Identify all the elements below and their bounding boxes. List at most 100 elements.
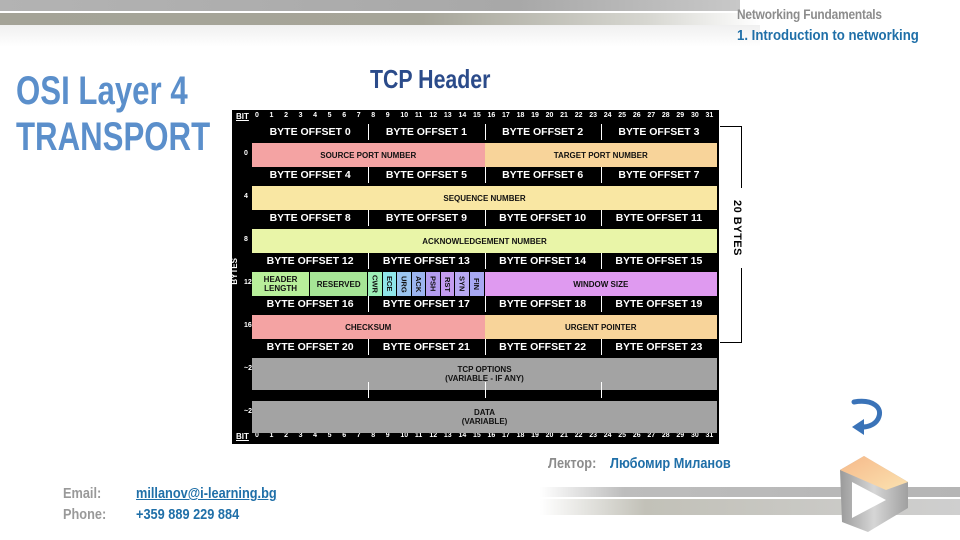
tcp-field-right: TARGET PORT NUMBER bbox=[484, 143, 717, 167]
phone-value: +359 889 229 884 bbox=[136, 506, 240, 523]
byte-separator bbox=[368, 253, 370, 269]
field-label: CHECKSUM bbox=[345, 322, 392, 332]
size-label: 20 BYTES bbox=[731, 200, 743, 256]
bottom-bit-number: 23 bbox=[589, 432, 598, 439]
row-offset-label: 4 bbox=[244, 193, 248, 200]
bottom-bit-number: 28 bbox=[661, 432, 670, 439]
flag-label: SYN bbox=[457, 276, 467, 292]
byte-separator bbox=[484, 382, 486, 398]
bottom-bit-number: 5 bbox=[327, 432, 332, 439]
byte-separator bbox=[368, 124, 370, 140]
byte-separator bbox=[600, 253, 602, 269]
lecturer-name: Любомир Миланов bbox=[610, 455, 731, 472]
byte-separator bbox=[368, 382, 370, 398]
byte-offset-label: BYTE OFFSET 18 bbox=[499, 298, 587, 310]
top-bit-number: 5 bbox=[327, 112, 332, 119]
top-bit-number: 17 bbox=[502, 112, 510, 119]
byte-offset-label: BYTE OFFSET 5 bbox=[385, 169, 467, 181]
top-bit-number: 27 bbox=[647, 112, 656, 119]
email-label: Email: bbox=[63, 485, 102, 502]
diagram-title: TCP Header bbox=[370, 64, 491, 94]
bottom-bit-number: 21 bbox=[560, 432, 568, 439]
top-bit-number: 30 bbox=[690, 112, 699, 119]
top-bit-number: 3 bbox=[298, 112, 303, 119]
field-label: URGENT POINTER bbox=[564, 322, 637, 332]
flag-label: CWR bbox=[370, 275, 380, 293]
byte-offset-label: BYTE OFFSET 20 bbox=[266, 341, 354, 353]
top-bit-number: 12 bbox=[429, 112, 438, 119]
flag-label: PSH bbox=[428, 276, 438, 292]
top-bit-number: 9 bbox=[385, 112, 390, 119]
byte-separator bbox=[600, 124, 602, 140]
slide-title: OSI Layer 4 TRANSPORT bbox=[16, 68, 210, 160]
top-bit-label: BIT bbox=[236, 112, 249, 121]
tcp-field-left: SOURCE PORT NUMBER bbox=[252, 143, 485, 167]
top-bit-number: 18 bbox=[516, 112, 525, 119]
field-label: SOURCE PORT NUMBER bbox=[320, 150, 417, 160]
flag-label: ACK bbox=[414, 275, 424, 293]
top-bit-number: 13 bbox=[443, 112, 452, 119]
bottom-bit-number: 10 bbox=[400, 432, 409, 439]
top-bit-number: 29 bbox=[676, 112, 685, 119]
top-bit-number: 4 bbox=[313, 112, 318, 119]
byte-offset-label bbox=[485, 380, 601, 400]
bottom-bit-number: 31 bbox=[705, 432, 714, 439]
byte-separator bbox=[368, 167, 370, 183]
window-size-field: WINDOW SIZE bbox=[484, 272, 717, 296]
byte-separator bbox=[600, 296, 602, 312]
loop-arrow-icon[interactable] bbox=[850, 397, 886, 437]
top-bit-number: 11 bbox=[414, 112, 423, 119]
decorative-top-bar bbox=[0, 0, 740, 11]
bottom-bit-number: 12 bbox=[429, 432, 438, 439]
bottom-bit-number: 16 bbox=[487, 432, 496, 439]
flag-ece: ECE bbox=[382, 272, 397, 296]
bottom-bit-number: 13 bbox=[443, 432, 452, 439]
field-label: WINDOW SIZE bbox=[573, 279, 629, 289]
flag-syn: SYN bbox=[455, 272, 469, 296]
byte-offset-label: BYTE OFFSET 23 bbox=[615, 341, 703, 353]
bottom-bit-number: 9 bbox=[385, 432, 390, 439]
field-label: DATA bbox=[473, 408, 496, 417]
bottom-bit-number: 14 bbox=[458, 432, 467, 439]
byte-offset-label: BYTE OFFSET 16 bbox=[266, 298, 354, 310]
byte-offset-label: BYTE OFFSET 7 bbox=[618, 169, 700, 181]
flag-label: FIN bbox=[472, 277, 482, 291]
byte-separator bbox=[484, 339, 486, 355]
row-offset-label: 12 bbox=[244, 279, 252, 286]
top-bit-number: 22 bbox=[574, 112, 583, 119]
field-label: TCP OPTIONS bbox=[457, 365, 512, 374]
reserved-field: RESERVED bbox=[310, 272, 368, 296]
byte-offset-label: BYTE OFFSET 22 bbox=[499, 341, 587, 353]
byte-separator bbox=[600, 167, 602, 183]
byte-separator bbox=[484, 210, 486, 226]
byte-offset-label bbox=[252, 380, 368, 400]
top-bit-number: 15 bbox=[472, 112, 481, 119]
field-label: ACKNOWLEDGEMENT NUMBER bbox=[422, 236, 547, 246]
bottom-bit-number: 18 bbox=[516, 432, 525, 439]
top-bit-number: 24 bbox=[603, 112, 612, 119]
tcp-field-right: URGENT POINTER bbox=[484, 315, 717, 339]
decorative-top-shadow bbox=[0, 25, 760, 47]
byte-separator bbox=[484, 253, 486, 269]
row-offset-label: 8 bbox=[244, 236, 248, 243]
flag-cwr: CWR bbox=[368, 272, 382, 296]
byte-offset-label: BYTE OFFSET 12 bbox=[266, 255, 354, 267]
phone-label: Phone: bbox=[63, 506, 107, 523]
top-bit-number: 8 bbox=[371, 112, 376, 119]
bottom-bit-number: 6 bbox=[342, 432, 347, 439]
byte-offset-label bbox=[601, 380, 717, 400]
flag-rst: RST bbox=[440, 272, 455, 296]
email-link[interactable]: millanov@i-learning.bg bbox=[136, 485, 277, 502]
lecturer-label: Лектор: bbox=[548, 455, 597, 472]
bottom-bit-number: 7 bbox=[356, 432, 361, 439]
bottom-bit-number: 19 bbox=[531, 432, 539, 439]
flag-label: RST bbox=[443, 276, 453, 292]
decorative-top-bar-2 bbox=[0, 13, 760, 25]
field-sublabel: (VARIABLE) bbox=[461, 417, 508, 426]
byte-offset-label: BYTE OFFSET 0 bbox=[269, 126, 351, 138]
bottom-bit-number: 24 bbox=[603, 432, 612, 439]
byte-offset-label: BYTE OFFSET 19 bbox=[615, 298, 703, 310]
row-offset-label: 0 bbox=[244, 150, 248, 157]
bottom-bit-number: 3 bbox=[298, 432, 303, 439]
byte-separator bbox=[368, 339, 370, 355]
